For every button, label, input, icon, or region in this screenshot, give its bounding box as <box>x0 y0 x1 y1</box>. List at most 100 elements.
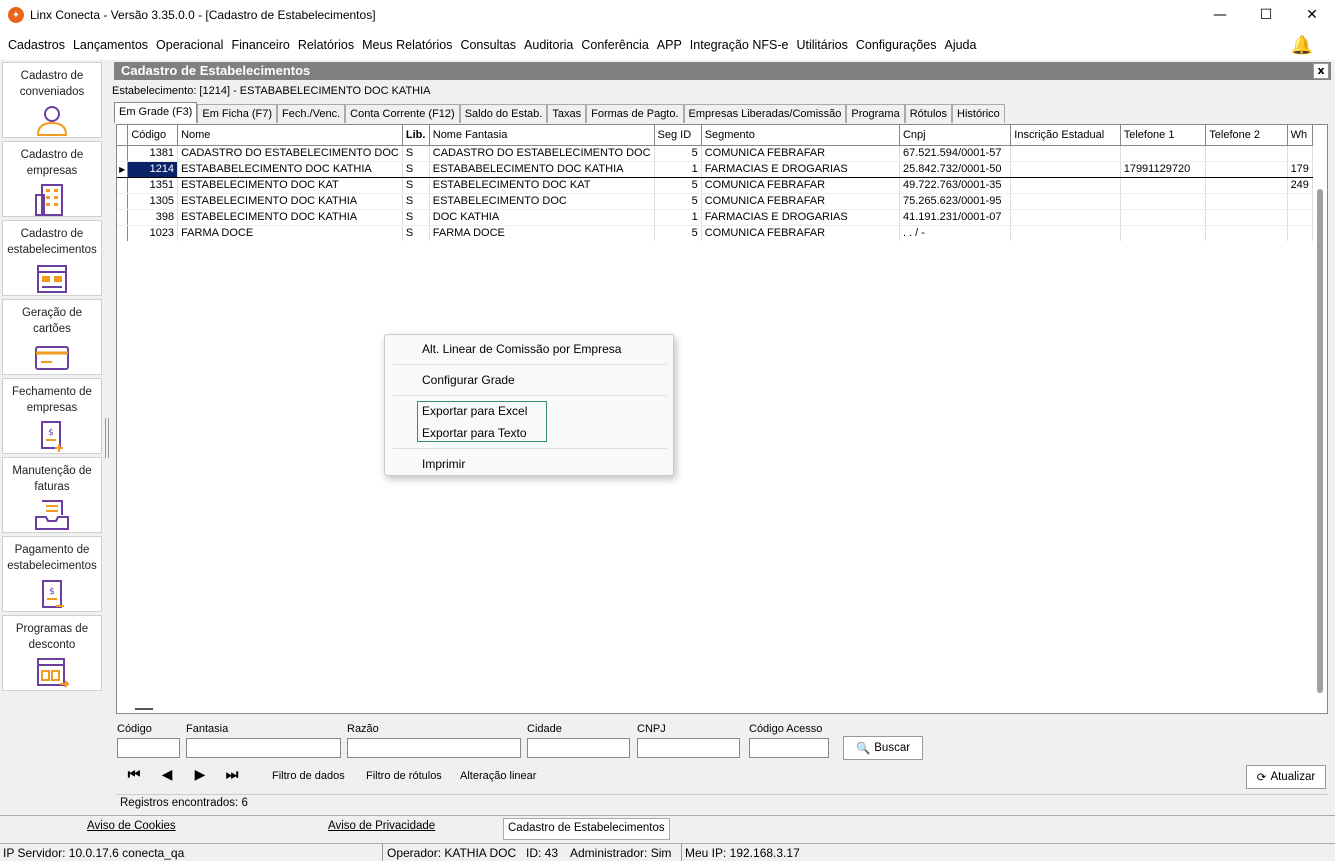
sidebar-item-cadastro-de-conveniados[interactable]: Cadastro de conveniados <box>2 62 102 138</box>
scrollbar-thumb[interactable] <box>1317 189 1323 693</box>
table-cell[interactable]: DOC KATHIA <box>429 209 655 226</box>
table-cell[interactable]: FARMACIAS E DROGARIAS <box>701 160 900 178</box>
table-cell[interactable]: FARMA DOCE <box>177 225 403 241</box>
prev-record-button[interactable]: ◀ <box>157 767 177 783</box>
table-cell[interactable] <box>1120 209 1207 226</box>
table-cell[interactable]: 25.842.732/0001-50 <box>899 160 1012 178</box>
table-cell[interactable] <box>1120 225 1207 241</box>
table-cell[interactable]: S <box>402 225 430 241</box>
table-cell[interactable]: 1351 <box>127 177 179 194</box>
table-cell[interactable]: ESTABELECIMENTO DOC KAT <box>177 177 403 194</box>
column-header-telefone-2[interactable]: Telefone 2 <box>1205 125 1288 146</box>
tab-cadastro-estabelecimentos[interactable]: Cadastro de Estabelecimentos <box>503 818 670 840</box>
tab-aviso-privacidade[interactable]: Aviso de Privacidade <box>328 820 435 832</box>
table-cell[interactable]: 1 <box>654 209 702 226</box>
grid-vertical-scrollbar[interactable] <box>1313 125 1327 701</box>
table-cell[interactable]: 5 <box>654 225 702 241</box>
next-record-button[interactable]: ▶ <box>190 767 210 783</box>
tab-saldo-do-estab[interactable]: Saldo do Estab. <box>459 104 548 123</box>
table-cell[interactable]: 17991129720 <box>1120 160 1207 178</box>
table-cell[interactable] <box>1010 209 1121 226</box>
table-cell[interactable]: ESTABELECIMENTO DOC KATHIA <box>177 209 403 226</box>
column-header-inscricao-estadual[interactable]: Inscrição Estadual <box>1010 125 1121 146</box>
table-cell[interactable] <box>1287 145 1313 162</box>
table-cell[interactable]: 67.521.594/0001-57 <box>899 145 1012 162</box>
atualizar-button[interactable]: ⟳ Atualizar <box>1246 765 1326 789</box>
grid-horizontal-scroll-indicator[interactable] <box>135 708 153 710</box>
cidade-input[interactable] <box>527 738 630 758</box>
menu-configuracoes[interactable]: Configurações <box>852 38 941 52</box>
tab-em-ficha-f7[interactable]: Em Ficha (F7) <box>197 104 278 123</box>
menu-item-exportar-excel[interactable]: Exportar para Excel <box>422 401 527 421</box>
table-cell[interactable]: S <box>402 145 430 162</box>
menu-item-imprimir[interactable]: Imprimir <box>422 454 465 474</box>
table-cell[interactable]: CADASTRO DO ESTABELECIMENTO DOC <box>177 145 403 162</box>
column-header-nome-fantasia[interactable]: Nome Fantasia <box>429 125 655 146</box>
menu-cadastros[interactable]: Cadastros <box>4 38 69 52</box>
table-cell[interactable]: 1381 <box>127 145 179 162</box>
tab-rotulos[interactable]: Rótulos <box>904 104 952 123</box>
tab-formas-de-pagto[interactable]: Formas de Pagto. <box>586 104 684 123</box>
notification-bell-icon[interactable]: 🔔 <box>1291 35 1313 56</box>
menu-item-configurar-grade[interactable]: Configurar Grade <box>422 370 515 390</box>
table-cell[interactable]: COMUNICA FEBRAFAR <box>701 177 900 194</box>
buscar-button[interactable]: 🔍 Buscar <box>843 736 923 760</box>
sidebar-item-fechamento-de-empresas[interactable]: Fechamento de empresas $ <box>2 378 102 454</box>
tab-conta-corrente-f12[interactable]: Conta Corrente (F12) <box>345 104 460 123</box>
menu-conferencia[interactable]: Conferência <box>577 38 652 52</box>
menu-app[interactable]: APP <box>653 38 686 52</box>
sidebar-item-cadastro-de-empresas[interactable]: Cadastro de empresas <box>2 141 102 217</box>
table-cell[interactable]: FARMACIAS E DROGARIAS <box>701 209 900 226</box>
column-header-segmento[interactable]: Segmento <box>701 125 900 146</box>
column-header-seg-id[interactable]: Seg ID <box>654 125 702 146</box>
table-cell[interactable]: . . / - <box>899 225 1012 241</box>
table-cell[interactable]: 398 <box>127 209 179 226</box>
menu-consultas[interactable]: Consultas <box>456 38 520 52</box>
tab-em-grade-f3[interactable]: Em Grade (F3) <box>114 102 198 123</box>
table-cell[interactable]: S <box>402 177 430 194</box>
table-cell[interactable] <box>1010 145 1121 162</box>
table-row[interactable]: ▶ 1214 ESTABABELECIMENTO DOC KATHIA S ESTABA… <box>117 160 1313 178</box>
column-header-lib[interactable]: Lib. <box>402 125 430 146</box>
table-row[interactable]: 398 ESTABELECIMENTO DOC KATHIA S DOC KATHIA… <box>117 209 1313 226</box>
menu-lancamentos[interactable]: Lançamentos <box>69 38 152 52</box>
table-cell[interactable] <box>1010 193 1121 210</box>
table-row[interactable]: 1305 ESTABELECIMENTO DOC KATHIA S ESTABELEC… <box>117 193 1313 210</box>
cnpj-input[interactable] <box>637 738 740 758</box>
menu-auditoria[interactable]: Auditoria <box>520 38 577 52</box>
table-cell[interactable]: COMUNICA FEBRAFAR <box>701 145 900 162</box>
sidebar-item-cadastro-de-estabelecimentos[interactable]: Cadastro de estabelecimentos <box>2 220 102 296</box>
razao-input[interactable] <box>347 738 521 758</box>
filtro-dados-link[interactable]: Filtro de dados <box>272 770 345 782</box>
table-cell[interactable] <box>1287 225 1313 241</box>
table-cell[interactable] <box>1205 160 1288 178</box>
table-cell[interactable]: 49.722.763/0001-35 <box>899 177 1012 194</box>
table-cell[interactable]: 1 <box>654 160 702 178</box>
table-cell[interactable]: ESTABABELECIMENTO DOC KATHIA <box>429 160 655 178</box>
maximize-button[interactable]: ☐ <box>1243 0 1289 30</box>
table-cell[interactable]: S <box>402 160 430 178</box>
table-cell[interactable] <box>1287 209 1313 226</box>
table-cell[interactable]: 179 <box>1287 160 1313 178</box>
table-row[interactable]: 1351 ESTABELECIMENTO DOC KAT S ESTABELECIME… <box>117 177 1313 194</box>
tab-empresas-liberadas-comissao[interactable]: Empresas Liberadas/Comissão <box>683 104 847 123</box>
table-cell[interactable] <box>1205 193 1288 210</box>
table-cell[interactable]: ESTABELECIMENTO DOC KAT <box>429 177 655 194</box>
table-cell[interactable]: 5 <box>654 145 702 162</box>
sidebar-resize-handle[interactable] <box>105 418 109 458</box>
table-cell[interactable]: 1023 <box>127 225 179 241</box>
menu-ajuda[interactable]: Ajuda <box>940 38 980 52</box>
table-cell[interactable]: COMUNICA FEBRAFAR <box>701 193 900 210</box>
column-header-wh[interactable]: Wh <box>1287 125 1313 146</box>
filtro-rotulos-link[interactable]: Filtro de rótulos <box>366 770 442 782</box>
table-cell[interactable] <box>1120 145 1207 162</box>
table-cell[interactable]: 41.191.231/0001-07 <box>899 209 1012 226</box>
table-cell[interactable]: 1305 <box>127 193 179 210</box>
first-record-button[interactable]: ⏮ <box>124 767 144 783</box>
table-cell[interactable]: ESTABELECIMENTO DOC KATHIA <box>177 193 403 210</box>
table-cell[interactable]: FARMA DOCE <box>429 225 655 241</box>
sidebar-item-manutencao-de-faturas[interactable]: Manutenção de faturas <box>2 457 102 533</box>
tab-taxas[interactable]: Taxas <box>547 104 587 123</box>
table-cell[interactable] <box>1010 225 1121 241</box>
table-cell[interactable] <box>1010 177 1121 194</box>
